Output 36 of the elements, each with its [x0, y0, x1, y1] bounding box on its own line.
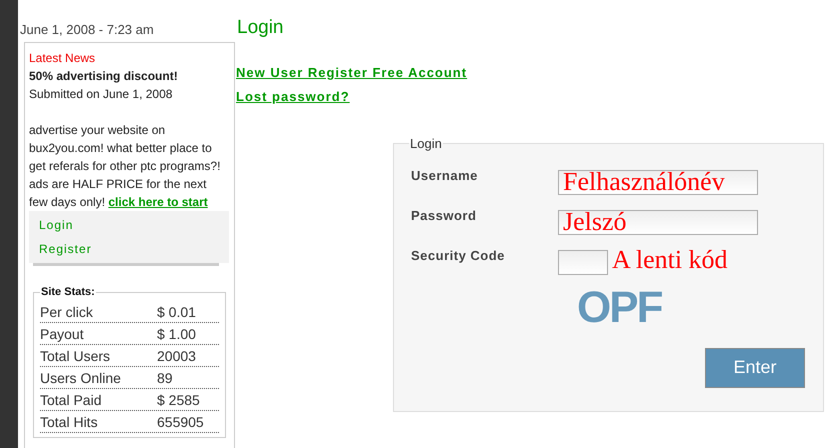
stat-label: Total Paid [40, 390, 102, 410]
page-title: Login [236, 16, 284, 40]
stat-label: Users Online [40, 368, 122, 388]
menu-link[interactable]: Login [29, 213, 84, 237]
stat-value: $ 2585 [157, 390, 200, 410]
annotation-text: Felhasználónév [563, 166, 725, 196]
stat-value: 20003 [157, 346, 196, 366]
input-field[interactable] [558, 250, 608, 274]
annotation-text: A lenti kód [612, 244, 728, 274]
news-heading: Latest News [29, 50, 96, 67]
stat-value: 89 [157, 368, 173, 388]
date-text: June 1, 2008 - 7:23 am [20, 21, 155, 39]
stat-label: Per click [40, 302, 94, 322]
stats-title: Site Stats: [40, 285, 96, 300]
stat-label: Total Users [40, 346, 112, 366]
field-label: Password [411, 208, 478, 224]
menu-link[interactable]: Register [29, 237, 102, 261]
input-field[interactable]: Felhasználónév [558, 170, 758, 194]
field-label: Security Code [411, 248, 506, 265]
news-text: advertise your website on bux2you.com! what better place to get referals for other ptc programs?! ads are HALF PRICE for the next few days only! click here to start [29, 122, 222, 211]
news-title: 50% advertising discount! [29, 68, 179, 85]
text-link[interactable]: Lost password? [236, 88, 350, 106]
stat-label: Payout [40, 324, 85, 344]
text-link[interactable]: New User Register Free Account [236, 64, 468, 82]
stat-value: $ 1.00 [157, 324, 196, 344]
news-date: Submitted on June 1, 2008 [29, 86, 174, 103]
stat-value: $ 0.01 [157, 302, 196, 322]
field-label: Username [411, 168, 479, 184]
stat-value: 655905 [157, 412, 204, 432]
captcha-text: OPF [577, 286, 662, 330]
input-field[interactable]: Jelszó [558, 210, 758, 234]
stat-label: Total Hits [40, 412, 99, 432]
legend-text: Login [409, 135, 443, 153]
enter-button[interactable]: Enter [705, 348, 805, 388]
start-link[interactable]: click here to start [108, 195, 208, 209]
annotation-text: Jelszó [563, 206, 627, 236]
